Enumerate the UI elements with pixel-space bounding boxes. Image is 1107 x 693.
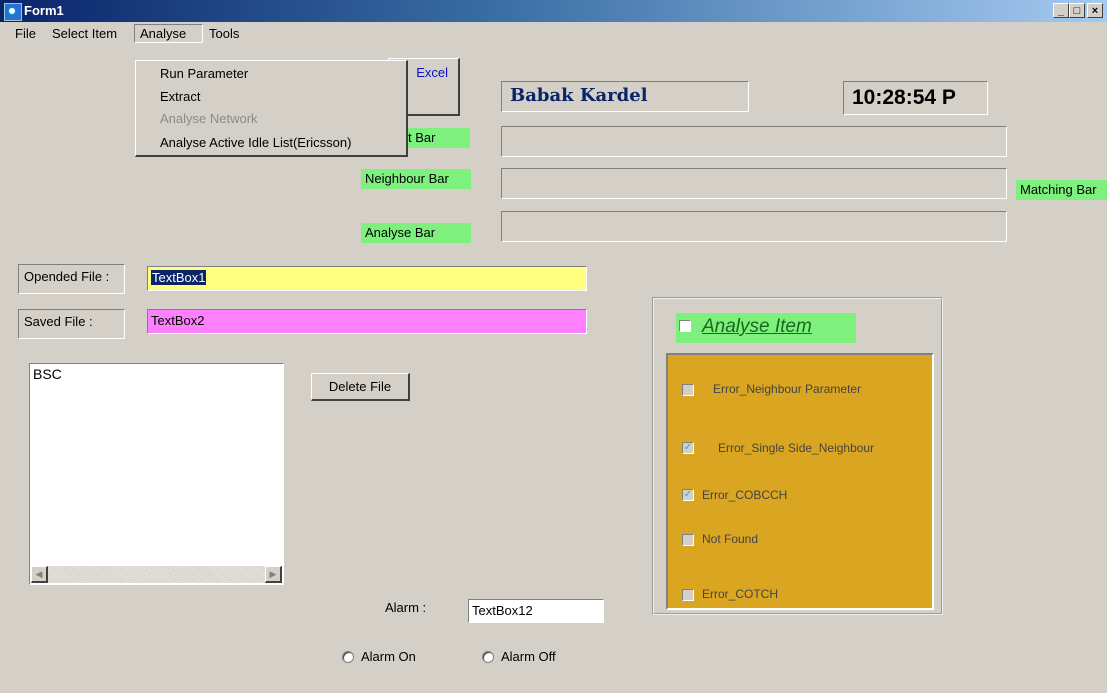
error-cobcch-label: Error_COBCCH [702, 488, 788, 502]
bsc-listbox[interactable]: BSC ◀ ▶ [29, 363, 284, 585]
analyse-item-title: Analyse Item [702, 316, 812, 337]
error-cotch-checkbox[interactable] [682, 589, 694, 601]
menu-select-item[interactable]: Select Item [47, 24, 122, 43]
menu-analyse-network: Analyse Network [160, 111, 258, 126]
delete-file-button[interactable]: Delete File [311, 373, 410, 401]
scroll-left-arrow-icon[interactable]: ◀ [31, 566, 48, 583]
error-single-side-checkbox[interactable]: ✓ [682, 442, 694, 454]
analyse-item-checkbox[interactable] [679, 320, 691, 332]
analyse-item-header: Analyse Item [676, 313, 856, 343]
analyse-bar-label: Analyse Bar [361, 223, 471, 243]
progress-bar-1 [501, 126, 1007, 157]
analyse-dropdown: Run Parameter Extract Analyse Network An… [135, 60, 408, 157]
user-name-display: Babak Kardel [501, 81, 749, 112]
alarm-on-radio[interactable] [342, 651, 354, 663]
opened-file-textbox[interactable]: TextBox1 [147, 266, 587, 291]
saved-file-label: Saved File : [18, 309, 125, 339]
menu-file[interactable]: File [10, 24, 41, 43]
minimize-button[interactable]: _ [1053, 3, 1069, 18]
maximize-button[interactable]: □ [1069, 3, 1085, 18]
menu-run-parameter[interactable]: Run Parameter [160, 66, 248, 81]
error-neighbour-label: Error_Neighbour Parameter [713, 382, 862, 396]
menu-tools[interactable]: Tools [204, 24, 244, 43]
menu-analyse-active-idle[interactable]: Analyse Active Idle List(Ericsson) [160, 135, 351, 150]
list-item[interactable]: BSC [33, 366, 62, 382]
analyse-items-panel: Error_Neighbour Parameter ✓ Error_Single… [666, 353, 934, 610]
error-neighbour-checkbox[interactable] [682, 384, 694, 396]
neighbour-progress-bar [501, 168, 1007, 199]
error-cotch-label: Error_COTCH [702, 587, 779, 601]
error-cobcch-checkbox[interactable]: ✓ [682, 489, 694, 501]
analyse-progress-bar [501, 211, 1007, 242]
menu-analyse[interactable]: Analyse [134, 24, 203, 43]
close-button[interactable]: × [1087, 3, 1103, 18]
saved-file-textbox[interactable]: TextBox2 [147, 309, 587, 334]
alarm-textbox[interactable]: TextBox12 [468, 599, 604, 623]
alarm-off-label: Alarm Off [501, 649, 556, 664]
horizontal-scrollbar[interactable]: ◀ ▶ [31, 566, 282, 583]
opened-file-label: Opended File : [18, 264, 125, 294]
neighbour-bar-label: Neighbour Bar [361, 169, 471, 189]
not-found-label: Not Found [702, 532, 759, 546]
matching-bar-label: Matching Bar [1016, 180, 1107, 200]
not-found-checkbox[interactable] [682, 534, 694, 546]
scroll-right-arrow-icon[interactable]: ▶ [265, 566, 282, 583]
alarm-off-radio[interactable] [482, 651, 494, 663]
app-icon[interactable] [4, 3, 22, 21]
error-single-side-label: Error_Single Side_Neighbour [718, 441, 875, 455]
window-title: Form1 [24, 3, 64, 18]
menu-extract[interactable]: Extract [160, 89, 200, 104]
clock-display: 10:28:54 P [843, 81, 988, 115]
alarm-label: Alarm : [385, 600, 427, 615]
alarm-on-label: Alarm On [361, 649, 416, 664]
opened-file-value: TextBox1 [151, 270, 207, 285]
partial-bar-label: t Bar [404, 128, 470, 148]
title-bar [0, 0, 1107, 22]
